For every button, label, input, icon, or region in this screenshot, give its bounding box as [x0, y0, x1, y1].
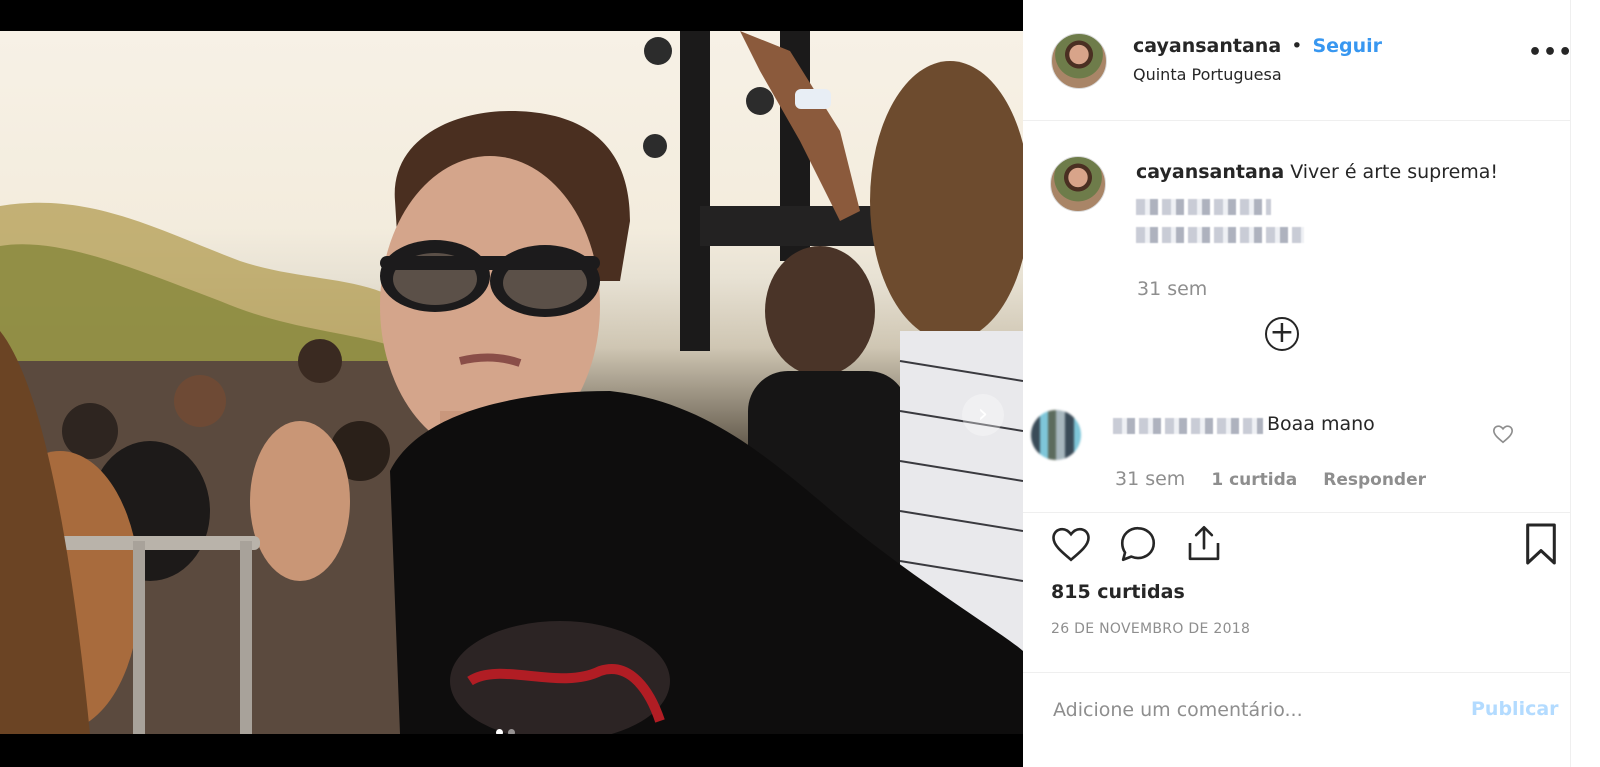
username-link[interactable]: cayansantana [1133, 35, 1281, 57]
instagram-post-modal: › cayansantana • Seguir Quinta Portugues… [0, 0, 1600, 767]
separator-dot: • [1291, 35, 1303, 57]
location-link[interactable]: Quinta Portuguesa [1133, 65, 1282, 84]
caption-text: Viver é arte suprema! [1290, 161, 1499, 183]
carousel-indicator [496, 729, 515, 734]
header-username-line: cayansantana • Seguir [1133, 35, 1382, 57]
blurred-text [1136, 199, 1271, 215]
caption-text-line: cayansantana Viver é arte suprema! [1136, 161, 1498, 183]
avatar[interactable] [1031, 410, 1081, 460]
post-header: cayansantana • Seguir Quinta Portuguesa … [1023, 0, 1591, 121]
blurred-text [1136, 227, 1304, 243]
comment-likes-link[interactable]: 1 curtida [1211, 470, 1297, 490]
photo-illustration [0, 31, 1023, 734]
avatar[interactable] [1051, 33, 1107, 89]
post-actions: 815 curtidas 26 DE NOVEMBRO DE 2018 [1023, 512, 1591, 671]
load-more-comments-button[interactable]: + [1265, 317, 1299, 351]
comment-text: Boaa mano [1267, 413, 1375, 435]
more-options-icon[interactable]: ••• [1528, 40, 1573, 65]
comment-text-line: Boaa mano [1113, 413, 1375, 435]
scrollbar-gutter [1570, 0, 1600, 767]
carousel-dot-active [496, 729, 503, 734]
reply-button[interactable]: Responder [1323, 470, 1426, 490]
avatar[interactable] [1050, 156, 1106, 212]
like-comment-heart-icon[interactable] [1492, 423, 1514, 445]
comment-icon[interactable] [1117, 523, 1159, 565]
caption-timestamp: 31 sem [1137, 278, 1208, 300]
caption-username[interactable]: cayansantana [1136, 161, 1284, 183]
post-date: 26 DE NOVEMBRO DE 2018 [1051, 621, 1251, 637]
bookmark-icon[interactable] [1522, 521, 1560, 567]
post-photo[interactable]: › [0, 31, 1023, 734]
post-sidebar: cayansantana • Seguir Quinta Portuguesa … [1023, 0, 1600, 767]
blurred-username[interactable] [1113, 418, 1263, 434]
publish-button[interactable]: Publicar [1471, 698, 1559, 720]
follow-button[interactable]: Seguir [1312, 35, 1382, 57]
heart-icon[interactable] [1050, 523, 1092, 565]
share-icon[interactable] [1183, 521, 1225, 565]
comment-meta: 31 sem 1 curtida Responder [1115, 468, 1426, 490]
comment-timestamp: 31 sem [1115, 468, 1186, 490]
next-photo-button[interactable]: › [962, 394, 1004, 436]
comment-input[interactable] [1051, 691, 1455, 729]
likes-count-link[interactable]: 815 curtidas [1051, 581, 1185, 603]
comments-section: cayansantana Viver é arte suprema! 31 se… [1023, 121, 1591, 511]
carousel-dot [508, 729, 515, 734]
add-comment-bar: Publicar [1023, 672, 1591, 767]
